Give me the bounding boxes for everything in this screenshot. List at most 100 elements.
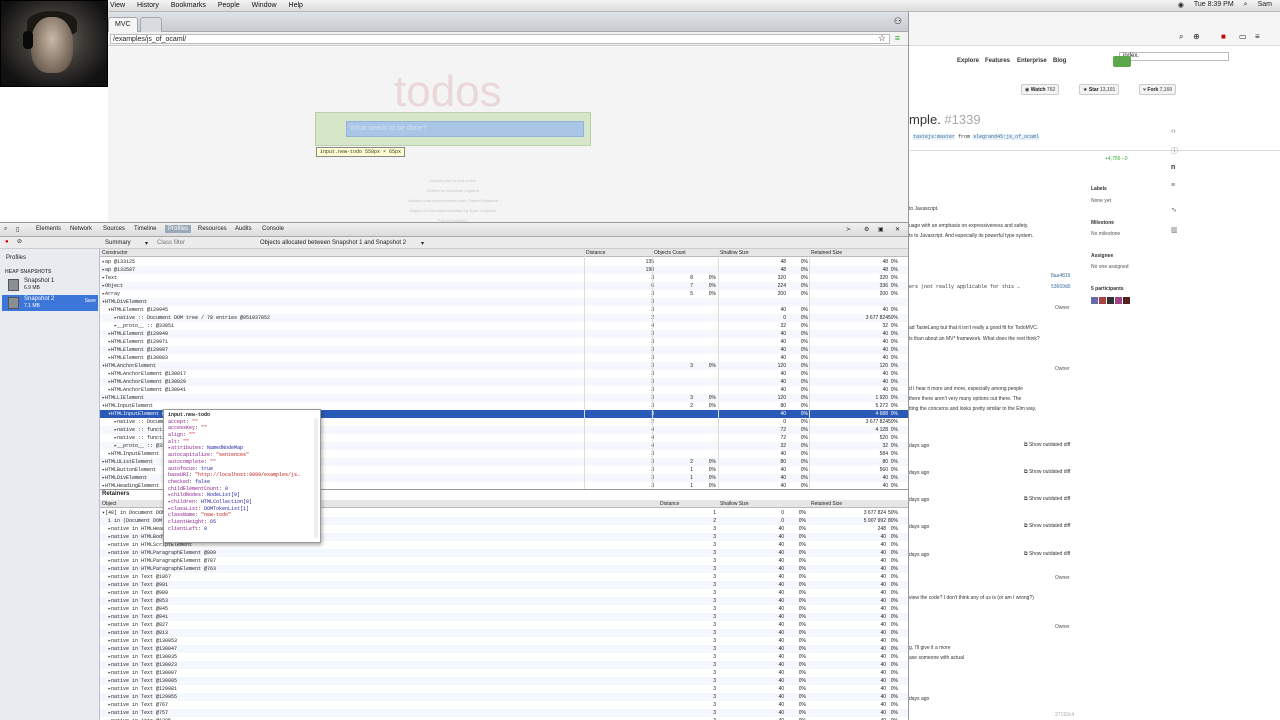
participant-avatars[interactable] xyxy=(1091,297,1130,304)
range-select[interactable]: Objects allocated between Snapshot 1 and… xyxy=(260,240,406,246)
popover-scrollbar[interactable] xyxy=(314,418,318,538)
tab-profiles[interactable]: Profiles xyxy=(165,225,192,233)
column-divider[interactable] xyxy=(718,249,719,489)
wiki-icon[interactable]: ≡ xyxy=(1171,182,1175,189)
table-row[interactable]: ▸native in Text @991 3 40 0% 40 0% xyxy=(100,581,908,589)
menu-icon[interactable]: ≡ xyxy=(895,33,900,43)
tab-console[interactable]: Console xyxy=(262,226,284,232)
snapshot-2[interactable]: Snapshot 2 7.1 MB Save xyxy=(2,295,98,311)
tab-network[interactable]: Network xyxy=(70,226,92,232)
graphs-icon[interactable]: ▥ xyxy=(1171,226,1178,234)
table-row[interactable]: ▸native in HTMLParagraphElement @763 3 40 0… xyxy=(100,565,908,573)
avatar[interactable] xyxy=(1091,297,1098,304)
property-row[interactable]: align: "" xyxy=(168,432,316,439)
table-row[interactable]: ▸ap @133125 135 48 0% 48 0% xyxy=(100,258,908,266)
col-distance[interactable]: Distance xyxy=(586,250,605,256)
nav-features[interactable]: Features xyxy=(985,58,1010,64)
table-row[interactable]: ▸native in Text @130035 3 40 0% 40 0% xyxy=(100,653,908,661)
property-row[interactable]: ▸classList: DOMTokenList[1] xyxy=(168,506,316,513)
table-row[interactable]: ▸HTMLElement @1299493400%400% xyxy=(100,330,908,338)
table-row[interactable]: ▾HTMLAnchorElement330%1200%1200% xyxy=(100,362,908,370)
property-row[interactable]: ▸attributes: NamedNodeMap xyxy=(168,445,316,452)
table-row[interactable]: ▸HTMLAnchorElement @1300293400%400% xyxy=(100,378,908,386)
col-shallow-size[interactable]: Shallow Size xyxy=(720,250,749,256)
property-row[interactable]: clientHeight: 65 xyxy=(168,519,316,526)
star-button[interactable]: ★ Star 13,101 xyxy=(1079,84,1120,95)
menu-bookmarks[interactable]: Bookmarks xyxy=(171,2,206,9)
table-row[interactable]: ▸native in Text @130005 3 40 0% 40 0% xyxy=(100,677,908,685)
property-row[interactable]: accept: "" xyxy=(168,419,316,426)
save-link[interactable]: Save xyxy=(85,298,96,304)
table-row[interactable]: ▸native in Text @845 3 40 0% 40 0% xyxy=(100,605,908,613)
head-branch[interactable]: slegrand45:js_of_ocaml xyxy=(973,134,1040,140)
bookmark-star-icon[interactable]: ☆ xyxy=(878,33,886,44)
table-row[interactable]: ▸native in Text @841 3 40 0% 40 0% xyxy=(100,613,908,621)
table-row[interactable]: ▾HTMLElement @1299453400%400% xyxy=(100,306,908,314)
table-row[interactable]: ▸native :: Document DOM tree / 78 entrie… xyxy=(100,314,908,322)
dock-icon[interactable]: ▣ xyxy=(878,226,884,233)
show-outdated-diff[interactable]: ⧉ Show outdated diff xyxy=(1024,523,1070,529)
tab-sources[interactable]: Sources xyxy=(103,226,125,232)
menu-help[interactable]: Help xyxy=(289,2,303,9)
table-row[interactable]: ▸native in Text @130023 3 40 0% 40 0% xyxy=(100,661,908,669)
window-icon[interactable]: ▭ xyxy=(1239,32,1247,41)
new-todo-input[interactable]: What needs to be done? xyxy=(346,121,584,137)
property-row[interactable]: autofocus: true xyxy=(168,466,316,473)
user-menu[interactable]: Sam xyxy=(1258,1,1272,9)
clock[interactable]: Tue 8:39 PM xyxy=(1194,1,1234,9)
property-row[interactable]: accessKey: "" xyxy=(168,425,316,432)
extension-icon[interactable]: ■ xyxy=(1221,32,1226,41)
table-row[interactable]: ▸native in Text @129955 3 40 0% 40 0% xyxy=(100,693,908,701)
property-row[interactable]: autocomplete: "" xyxy=(168,459,316,466)
show-outdated-diff[interactable]: ⧉ Show outdated diff xyxy=(1024,551,1070,557)
browser-tab[interactable]: MVC xyxy=(108,17,138,32)
column-divider[interactable] xyxy=(809,249,810,489)
commit-ref[interactable]: 27193c4 xyxy=(1055,712,1074,718)
menu-view[interactable]: View xyxy=(110,2,125,9)
menu-icon[interactable]: ≡ xyxy=(1255,32,1260,41)
avatar[interactable] xyxy=(1123,297,1130,304)
fork-button[interactable]: ⑂ Fork 7,160 xyxy=(1139,84,1177,95)
col-shallow-size[interactable]: Shallow Size xyxy=(720,501,749,507)
pr-icon[interactable]: n xyxy=(1171,164,1175,171)
property-row[interactable]: baseURI: "http://localhost:9999/examples… xyxy=(168,472,316,479)
avatar[interactable] xyxy=(1107,297,1114,304)
table-row[interactable]: ▸native in Text @989 3 40 0% 40 0% xyxy=(100,589,908,597)
menu-people[interactable]: People xyxy=(218,2,240,9)
table-row[interactable]: ▸native in Text @130007 3 40 0% 40 0% xyxy=(100,669,908,677)
table-row[interactable]: ▸ap @133587 198 48 0% 48 0% xyxy=(100,266,908,274)
table-row[interactable]: ▸native in Text @757 3 40 0% 40 0% xyxy=(100,709,908,717)
device-icon[interactable]: ▯ xyxy=(16,226,19,233)
table-row[interactable]: ▸HTMLElement @1300033400%400% xyxy=(100,354,908,362)
table-row[interactable]: ▾HTMLDivElement3 xyxy=(100,298,908,306)
commit-ref[interactable]: 8aa4819 xyxy=(1051,273,1070,279)
show-outdated-diff[interactable]: ⧉ Show outdated diff xyxy=(1024,442,1070,448)
property-row[interactable]: checked: false xyxy=(168,479,316,486)
issue-icon[interactable]: ⓘ xyxy=(1171,146,1178,156)
table-row[interactable]: ▸native in HTMLParagraphElement @787 3 40 0… xyxy=(100,557,908,565)
url-field[interactable]: /examples/js_of_ocaml/ xyxy=(110,34,890,44)
property-row[interactable]: alt: "" xyxy=(168,439,316,446)
settings-icon[interactable]: ⚙ xyxy=(864,226,869,233)
table-row[interactable]: ▸native in Text @129981 3 40 0% 40 0% xyxy=(100,685,908,693)
show-outdated-diff[interactable]: ⧉ Show outdated diff xyxy=(1024,469,1070,475)
table-row[interactable]: ▸native in Text @1867 3 40 0% 40 0% xyxy=(100,573,908,581)
find-in-page-input[interactable]: index. xyxy=(1119,52,1229,61)
nav-blog[interactable]: Blog xyxy=(1053,58,1066,64)
table-row[interactable]: ▸HTMLAnchorElement @1300413400%400% xyxy=(100,386,908,394)
watch-button[interactable]: ◉ Watch 762 xyxy=(1021,84,1060,95)
table-row[interactable]: ▸native in Text @813 3 40 0% 40 0% xyxy=(100,629,908,637)
record-icon[interactable]: ● xyxy=(5,239,9,245)
table-row[interactable]: ▸Object670%2240%3360% xyxy=(100,282,908,290)
table-row[interactable]: ▸native in Text @767 3 40 0% 40 0% xyxy=(100,701,908,709)
wifi-icon[interactable]: ◉ xyxy=(1178,1,1184,9)
table-row[interactable]: ▸HTMLAnchorElement @1300173400%400% xyxy=(100,370,908,378)
tab-resources[interactable]: Resources xyxy=(198,226,227,232)
property-row[interactable]: className: "new-todo" xyxy=(168,512,316,519)
property-row[interactable]: ▸children: HTMLCollection[0] xyxy=(168,499,316,506)
close-icon[interactable]: ✕ xyxy=(895,226,900,233)
column-divider[interactable] xyxy=(652,249,653,489)
zoom-icon[interactable]: ⊕ xyxy=(1193,32,1200,41)
col-objects-count[interactable]: Objects Count xyxy=(654,250,686,256)
profile-icon[interactable]: ⚇ xyxy=(894,16,902,27)
